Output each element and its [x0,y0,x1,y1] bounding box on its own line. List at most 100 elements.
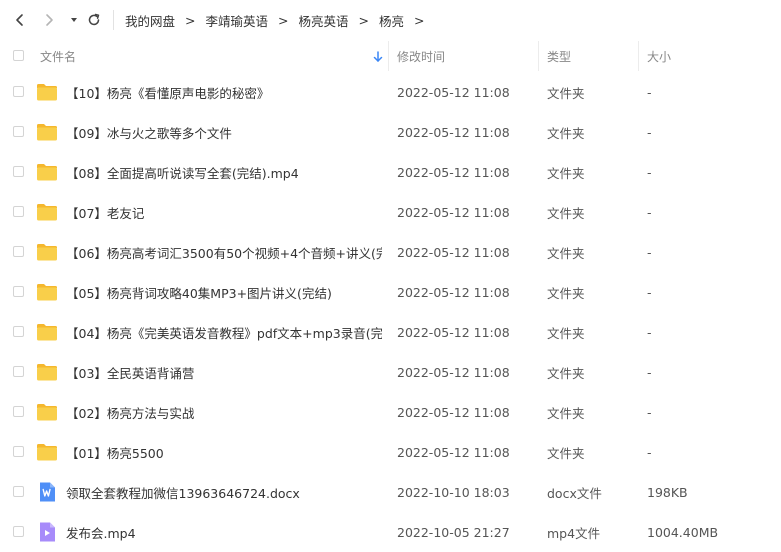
folder-icon [37,164,57,181]
column-header-name[interactable]: 文件名 [40,40,76,72]
file-name[interactable]: 【10】杨亮《看懂原声电影的秘密》 [66,72,382,112]
column-header-size[interactable]: 大小 [647,40,671,72]
navigation-bar: 我的网盘 > 李靖瑜英语 > 杨亮英语 > 杨亮 > [0,0,781,40]
back-button[interactable] [9,8,31,32]
file-type: 文件夹 [547,125,585,141]
file-name[interactable]: 【04】杨亮《完美英语发音教程》pdf文本+mp3录音(完... [66,312,382,352]
file-modified-time: 2022-05-12 11:08 [397,244,510,260]
video-icon [40,522,55,542]
forward-button[interactable] [38,8,60,32]
history-dropdown-button[interactable] [63,8,85,32]
file-row[interactable]: 【09】冰与火之歌等多个文件 2022-05-12 11:08 文件夹 - [0,112,781,152]
file-type: 文件夹 [547,405,585,421]
refresh-icon [88,13,100,26]
folder-icon [37,84,57,101]
file-row[interactable]: 【07】老友记 2022-05-12 11:08 文件夹 - [0,192,781,232]
row-checkbox[interactable] [13,286,24,297]
file-name[interactable]: 【06】杨亮高考词汇3500有50个视频+4个音频+讲义(完... [66,232,382,272]
file-size: - [647,244,652,260]
file-type: 文件夹 [547,245,585,261]
breadcrumb-separator: > [414,12,425,28]
column-divider[interactable] [538,41,539,71]
file-name[interactable]: 【09】冰与火之歌等多个文件 [66,112,382,152]
file-size: 198KB [647,484,688,500]
folder-icon [37,324,57,341]
file-modified-time: 2022-05-12 11:08 [397,444,510,460]
file-name[interactable]: 【03】全民英语背诵营 [66,352,382,392]
file-row[interactable]: 【10】杨亮《看懂原声电影的秘密》 2022-05-12 11:08 文件夹 - [0,72,781,112]
column-header-type[interactable]: 类型 [547,40,571,72]
folder-icon [37,444,57,461]
column-header-mtime[interactable]: 修改时间 [397,40,445,72]
breadcrumb: 我的网盘 > 李靖瑜英语 > 杨亮英语 > 杨亮 > [125,0,435,40]
breadcrumb-separator: > [278,12,289,28]
file-row[interactable]: 【02】杨亮方法与实战 2022-05-12 11:08 文件夹 - [0,392,781,432]
row-checkbox[interactable] [13,526,24,537]
refresh-button[interactable] [83,8,105,32]
file-row[interactable]: 发布会.mp4 2022-10-05 21:27 mp4文件 1004.40MB [0,512,781,552]
file-type: 文件夹 [547,365,585,381]
file-list-header: 文件名 修改时间 类型 大小 [0,40,781,72]
column-divider[interactable] [388,41,389,71]
file-type: 文件夹 [547,85,585,101]
file-size: - [647,84,652,100]
file-type: 文件夹 [547,445,585,461]
file-size: 1004.40MB [647,524,719,540]
file-modified-time: 2022-05-12 11:08 [397,164,510,180]
row-checkbox[interactable] [13,326,24,337]
file-size: - [647,124,652,140]
file-row[interactable]: 【03】全民英语背诵营 2022-05-12 11:08 文件夹 - [0,352,781,392]
breadcrumb-item[interactable]: 我的网盘 [125,11,175,30]
file-size: - [647,444,652,460]
file-size: - [647,364,652,380]
chevron-left-icon [16,14,23,26]
file-type: docx文件 [547,485,602,501]
file-name[interactable]: 领取全套教程加微信13963646724.docx [66,472,382,512]
file-row[interactable]: 【04】杨亮《完美英语发音教程》pdf文本+mp3录音(完... 2022-05-… [0,312,781,352]
breadcrumb-separator: > [358,12,369,28]
file-row[interactable]: 领取全套教程加微信13963646724.docx 2022-10-10 18:0… [0,472,781,512]
file-modified-time: 2022-10-10 18:03 [397,484,510,500]
file-name[interactable]: 【01】杨亮5500 [66,432,382,472]
row-checkbox[interactable] [13,86,24,97]
row-checkbox[interactable] [13,486,24,497]
row-checkbox[interactable] [13,126,24,137]
file-size: - [647,324,652,340]
file-name[interactable]: 【08】全面提高听说读写全套(完结).mp4 [66,152,382,192]
file-modified-time: 2022-05-12 11:08 [397,284,510,300]
breadcrumb-item[interactable]: 杨亮 [379,11,404,30]
file-size: - [647,164,652,180]
sort-descending-icon[interactable] [372,50,384,64]
file-size: - [647,284,652,300]
file-modified-time: 2022-05-12 11:08 [397,364,510,380]
file-name[interactable]: 【02】杨亮方法与实战 [66,392,382,432]
folder-icon [37,284,57,301]
file-name[interactable]: 【07】老友记 [66,192,382,232]
file-modified-time: 2022-05-12 11:08 [397,204,510,220]
column-divider[interactable] [638,41,639,71]
file-modified-time: 2022-05-12 11:08 [397,404,510,420]
file-modified-time: 2022-05-12 11:08 [397,124,510,140]
row-checkbox[interactable] [13,246,24,257]
row-checkbox[interactable] [13,446,24,457]
breadcrumb-item[interactable]: 杨亮英语 [299,11,349,30]
row-checkbox[interactable] [13,366,24,377]
file-type: 文件夹 [547,205,585,221]
file-type: mp4文件 [547,525,601,541]
file-row[interactable]: 【08】全面提高听说读写全套(完结).mp4 2022-05-12 11:08 文件… [0,152,781,192]
file-row[interactable]: 【06】杨亮高考词汇3500有50个视频+4个音频+讲义(完... 2022-05… [0,232,781,272]
file-row[interactable]: 【05】杨亮背词攻略40集MP3+图片讲义(完结) 2022-05-12 11:0… [0,272,781,312]
file-type: 文件夹 [547,285,585,301]
file-name[interactable]: 发布会.mp4 [66,512,382,552]
nav-divider [113,10,114,30]
row-checkbox[interactable] [13,166,24,177]
breadcrumb-item[interactable]: 李靖瑜英语 [206,11,269,30]
file-name[interactable]: 【05】杨亮背词攻略40集MP3+图片讲义(完结) [66,272,382,312]
breadcrumb-separator: > [185,12,196,28]
file-row[interactable]: 【01】杨亮5500 2022-05-12 11:08 文件夹 - [0,432,781,472]
caret-down-icon [71,18,77,22]
select-all-checkbox[interactable] [13,50,24,61]
row-checkbox[interactable] [13,406,24,417]
folder-icon [37,404,57,421]
row-checkbox[interactable] [13,206,24,217]
